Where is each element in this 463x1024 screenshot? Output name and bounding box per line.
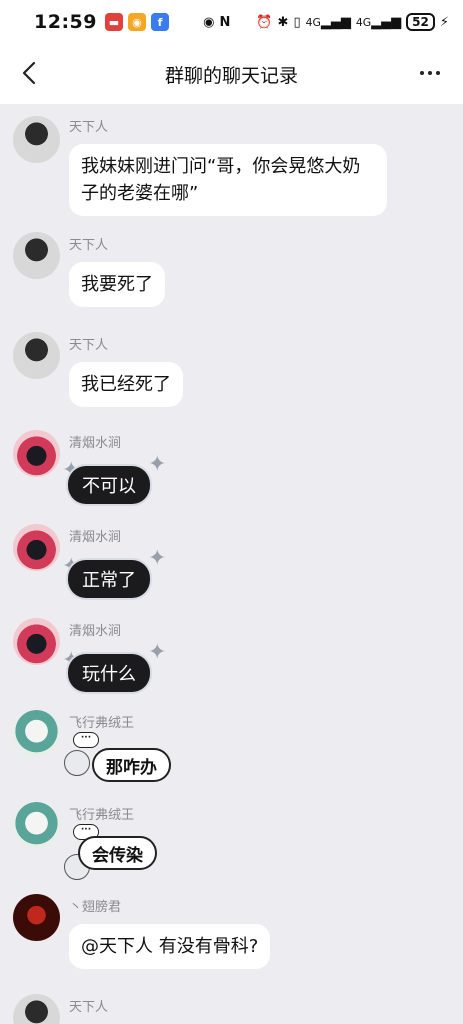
eye-icon: ◉: [203, 14, 215, 30]
sticker-bubble[interactable]: 那咋办: [92, 748, 171, 782]
sender-name: 飞行弗绒王: [69, 808, 135, 823]
sparkle-decoration-icon: ✦: [148, 546, 167, 571]
avatar-chibang[interactable]: [13, 894, 60, 941]
sender-name: 天下人: [69, 120, 109, 135]
battery-indicator: 52: [406, 13, 435, 31]
message-bubble[interactable]: 我妹妹刚进门问“哥，你会晃悠大奶子的老婆在哪”: [69, 144, 387, 216]
back-button[interactable]: [14, 58, 44, 88]
ellipsis-bubble: ···: [73, 732, 99, 748]
status-bar: 12:59 ▬ ◉ f ◉ N ⏰ ✱ ▯ 4G▂▄▆ 4G▂▄▆ 52 ⚡: [0, 0, 463, 44]
avatar-qingyan[interactable]: [13, 524, 60, 571]
sender-name: 飞行弗绒王: [69, 716, 135, 731]
more-dot: [436, 71, 440, 75]
sparkle-decoration-icon: ✦: [148, 452, 167, 477]
avatar-feixing[interactable]: [13, 710, 60, 757]
sparkle-decoration-icon: ✦: [148, 640, 167, 665]
avatar-tianxiaren[interactable]: [13, 332, 60, 379]
more-dot: [428, 71, 432, 75]
app-icon: f: [150, 13, 169, 31]
chevron-left-icon: [22, 61, 36, 85]
sticker-bubble[interactable]: 玩什么: [68, 654, 150, 692]
message-bubble[interactable]: 我要死了: [69, 262, 165, 307]
notification-app-icon: ▬: [104, 13, 123, 31]
avatar-qingyan[interactable]: [13, 430, 60, 477]
chat-history[interactable]: 天下人 我妹妹刚进门问“哥，你会晃悠大奶子的老婆在哪” 天下人 我要死了 天下人…: [0, 104, 463, 1024]
signal-2-icon: 4G▂▄▆: [355, 14, 402, 30]
bluetooth-icon: ✱: [277, 14, 289, 30]
vibrate-icon: ▯: [293, 14, 301, 30]
avatar-tianxiaren[interactable]: [13, 994, 60, 1024]
status-indicators: ◉ N ⏰ ✱ ▯ 4G▂▄▆ 4G▂▄▆ 52 ⚡: [203, 13, 449, 31]
avatar-tianxiaren[interactable]: [13, 116, 60, 163]
nav-bar: 群聊的聊天记录: [0, 44, 463, 104]
sender-name: 清烟水涧: [69, 530, 122, 545]
sender-name: 丶翅膀君: [69, 900, 122, 915]
message-bubble[interactable]: 我已经死了: [69, 362, 183, 407]
nfc-icon: N: [219, 14, 231, 30]
avatar-feixing[interactable]: [13, 802, 60, 849]
page-title: 群聊的聊天记录: [164, 64, 298, 87]
message-bubble[interactable]: @天下人 有没有骨科?: [69, 924, 271, 969]
sender-name: 天下人: [69, 338, 109, 353]
charging-icon: ⚡: [439, 14, 449, 30]
more-dot: [420, 71, 424, 75]
more-options-button[interactable]: [415, 58, 445, 88]
sender-name: 天下人: [69, 238, 109, 253]
signal-1-icon: 4G▂▄▆: [305, 14, 351, 30]
sticker-bubble[interactable]: 会传染: [78, 836, 157, 870]
sender-name: 天下人: [69, 1000, 109, 1015]
sticker-bubble[interactable]: 不可以: [68, 466, 150, 504]
chibi-character-icon: [64, 750, 90, 776]
status-time: 12:59: [34, 11, 97, 33]
sender-name: 清烟水涧: [69, 624, 122, 639]
sticker-bubble[interactable]: 正常了: [68, 560, 150, 598]
alarm-icon: ⏰: [256, 14, 273, 30]
sender-name: 清烟水涧: [69, 436, 122, 451]
weibo-icon: ◉: [127, 13, 146, 31]
avatar-tianxiaren[interactable]: [13, 232, 60, 279]
avatar-qingyan[interactable]: [13, 618, 60, 665]
